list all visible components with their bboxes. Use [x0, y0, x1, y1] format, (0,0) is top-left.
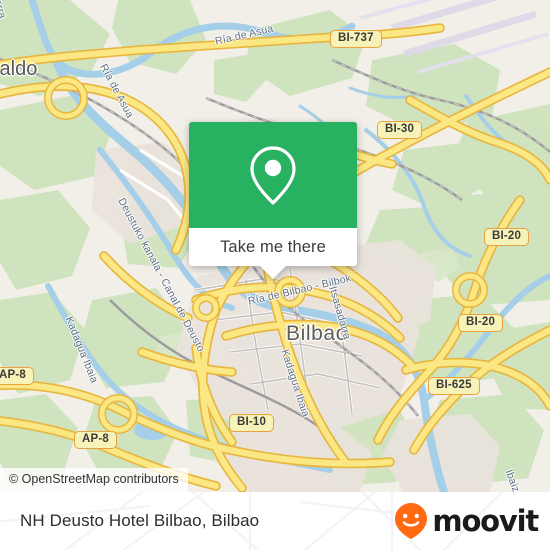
take-me-there-label: Take me there — [220, 237, 326, 256]
popup-action-row[interactable]: Take me there — [189, 228, 357, 266]
road-shield: BI-20 — [458, 314, 504, 332]
road-shield: BI-20 — [484, 228, 530, 246]
osm-attribution[interactable]: © OpenStreetMap contributors — [0, 468, 188, 492]
footer-bar: NH Deusto Hotel Bilbao, Bilbao moovit — [0, 492, 550, 550]
popup-tail — [260, 266, 286, 279]
road-shield: BI-30 — [377, 121, 423, 139]
road-shield: AP-8 — [74, 431, 118, 449]
moovit-wordmark: moovit — [432, 503, 539, 538]
take-me-there-popup[interactable]: Take me there — [189, 122, 357, 279]
moovit-logo[interactable]: moovit — [393, 501, 539, 541]
moovit-smiley-pin-icon — [395, 503, 428, 539]
road-shield: AP-8 — [0, 367, 35, 385]
moovit-map-screenshot: BI-737 BI-30 BI-20 BI-20 BI-625 BI-10 AP-8 AP-8… — [0, 0, 550, 550]
road-shield: BI-737 — [330, 30, 382, 48]
road-shield: BI-10 — [229, 414, 275, 432]
road-shield: BI-625 — [428, 377, 480, 395]
popup-pin-panel — [189, 122, 357, 228]
map-pin-icon — [250, 146, 296, 205]
page-title: NH Deusto Hotel Bilbao, Bilbao — [20, 511, 260, 530]
map-canvas[interactable]: BI-737 BI-30 BI-20 BI-20 BI-625 BI-10 AP-8 AP-8… — [0, 0, 550, 492]
